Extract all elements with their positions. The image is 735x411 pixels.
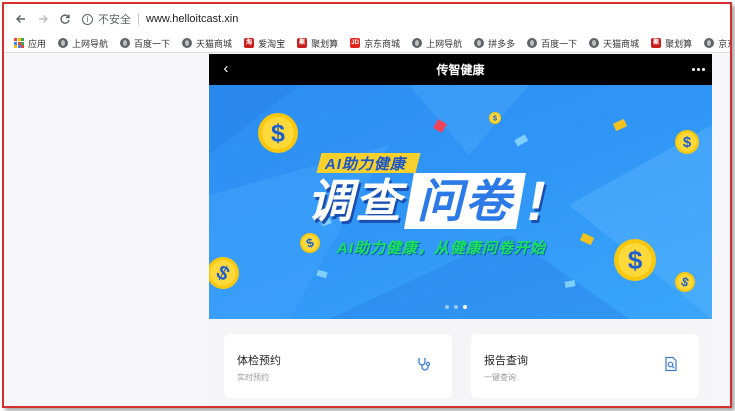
bookmark-item[interactable]: 上网导航	[412, 37, 462, 50]
arrow-left-icon	[16, 15, 25, 23]
bookmark-item[interactable]: 应用	[14, 37, 46, 50]
svg-text:$: $	[683, 134, 692, 151]
bookmarks-bar: 应用 上网导航 百度一下 天猫商城淘爱淘宝聚聚划算 JD 京东商城 上网导航 拼多多 百度一下天…	[4, 34, 730, 53]
card-subtitle: 实时预约	[237, 373, 269, 382]
card-title: 报告查询	[484, 355, 528, 367]
bookmark-label: 京东商城	[364, 38, 401, 49]
bookmark-item[interactable]: 百度一下	[527, 37, 577, 50]
reload-button[interactable]	[54, 8, 76, 30]
arrow-right-icon	[39, 15, 48, 23]
bookmark-label: 聚划算	[665, 38, 693, 49]
bookmark-label: 聚划算	[311, 38, 339, 49]
bookmark-label: 京东商城	[718, 38, 730, 49]
bookmark-item[interactable]: JD 京东商城	[350, 37, 400, 50]
juhuasuan-icon: 聚	[651, 38, 662, 48]
globe-icon	[182, 38, 193, 48]
bookmark-label: 爱淘宝	[258, 38, 286, 49]
bookmark-item[interactable]: 拼多多	[474, 37, 515, 50]
bookmark-label: 天猫商城	[196, 38, 233, 49]
card-title: 体检预约	[237, 355, 281, 367]
app-header: ‹ 传智健康	[209, 54, 712, 85]
coin-icon: $	[675, 272, 695, 292]
url-text[interactable]: www.helloitcast.xin	[146, 13, 238, 25]
bookmark-label: 百度一下	[134, 38, 171, 49]
apps-icon	[14, 38, 24, 48]
headline-box: 问卷	[404, 173, 526, 229]
bookmark-label: 上网导航	[72, 38, 109, 49]
coin-icon: $	[209, 257, 239, 289]
back-button[interactable]	[10, 8, 32, 30]
card-report-query[interactable]: 报告查询 一键查询	[471, 334, 699, 398]
url-divider	[138, 13, 139, 25]
headline-exclamation: !	[527, 169, 546, 232]
mobile-app-view: ‹ 传智健康 $ $ $ $ $ $ $ AI助力健康 调查 问卷 ! AI助力…	[209, 54, 712, 406]
bookmark-label: 上网导航	[426, 38, 463, 49]
banner-carousel[interactable]: $ $ $ $ $ $ $ AI助力健康 调查 问卷 ! AI助力健康，从健康问卷开始	[209, 85, 712, 319]
info-icon[interactable]: i	[82, 13, 93, 25]
back-icon[interactable]: ‹	[217, 60, 235, 78]
bookmark-item[interactable]: 淘爱淘宝	[244, 37, 285, 50]
bookmark-item[interactable]: 天猫商城	[589, 37, 639, 50]
bookmark-item[interactable]: 京东商城	[704, 37, 730, 50]
carousel-dot[interactable]	[463, 305, 467, 309]
banner-tag: AI助力健康	[316, 153, 421, 173]
report-search-icon	[665, 356, 677, 372]
screenshot-frame: i 不安全 www.helloitcast.xin 应用 上网导航 百度一下 天猫商城…	[2, 2, 732, 408]
headline-part-1: 调查	[307, 175, 403, 227]
coin-icon: $	[675, 130, 699, 154]
card-exam-booking[interactable]: 体检预约 实时预约	[224, 334, 452, 398]
taobao-icon: 淘	[244, 38, 255, 48]
globe-icon	[120, 38, 131, 48]
browser-toolbar: i 不安全 www.helloitcast.xin	[4, 4, 730, 34]
coin-icon: $	[300, 233, 320, 253]
carousel-dot[interactable]	[454, 305, 458, 309]
reload-icon	[60, 14, 70, 24]
globe-icon	[527, 38, 538, 48]
carousel-dot[interactable]	[445, 305, 449, 309]
bookmark-label: 应用	[28, 38, 47, 49]
juhuasuan-icon: 聚	[297, 38, 308, 48]
bookmark-item[interactable]: 天猫商城	[182, 37, 232, 50]
globe-icon	[412, 38, 423, 48]
bookmark-item[interactable]: 聚聚划算	[651, 37, 692, 50]
app-title: 传智健康	[436, 63, 485, 77]
bookmark-item[interactable]: 百度一下	[120, 37, 170, 50]
bookmark-label: 百度一下	[541, 38, 578, 49]
jd-icon: JD	[350, 38, 361, 48]
banner-tag-text: AI助力健康	[325, 155, 407, 173]
banner-subtitle: AI助力健康，从健康问卷开始	[337, 240, 547, 257]
headline-part-2: 问卷	[417, 175, 513, 227]
globe-icon	[58, 38, 69, 48]
stethoscope-icon	[418, 358, 431, 371]
coin-icon: $	[489, 112, 501, 124]
bookmark-item[interactable]: 上网导航	[58, 37, 108, 50]
carousel-indicators[interactable]	[445, 305, 467, 309]
bookmark-label: 拼多多	[488, 38, 516, 49]
bookmark-label: 天猫商城	[603, 38, 640, 49]
more-icon[interactable]	[690, 61, 706, 77]
svg-text:$: $	[628, 245, 643, 275]
card-subtitle: 一键查询	[484, 373, 516, 382]
globe-icon	[474, 38, 485, 48]
address-bar[interactable]: i 不安全 www.helloitcast.xin	[82, 8, 238, 30]
coin-icon: $	[614, 239, 656, 281]
service-cards: 体检预约 实时预约 报告查询 一键查询	[224, 334, 699, 398]
banner-headline: 调查 问卷 !	[307, 173, 546, 229]
globe-icon	[589, 38, 600, 48]
svg-text:$: $	[271, 119, 285, 147]
globe-icon	[704, 38, 715, 48]
security-label: 不安全	[98, 14, 131, 26]
bookmark-item[interactable]: 聚聚划算	[297, 37, 338, 50]
coin-icon: $	[258, 113, 298, 153]
forward-button[interactable]	[32, 8, 54, 30]
